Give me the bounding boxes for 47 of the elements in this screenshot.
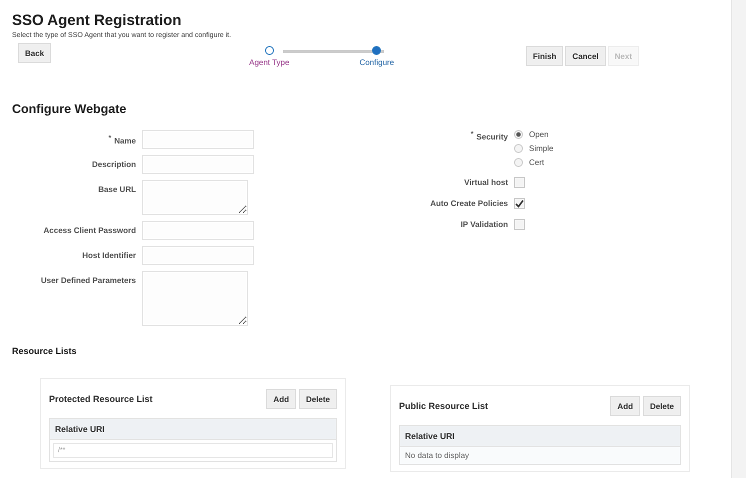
step-label[interactable]: Configure: [359, 58, 394, 67]
checkbox[interactable]: [514, 198, 525, 209]
panel-button[interactable]: Delete: [642, 396, 681, 416]
input-field[interactable]: [142, 246, 254, 265]
radio-button[interactable]: [514, 144, 523, 153]
required-mark: *: [470, 131, 474, 138]
back-button[interactable]: Back: [18, 43, 52, 63]
step-marker-icon[interactable]: [372, 46, 382, 55]
required-mark: *: [108, 135, 112, 142]
radio-label: Open: [529, 130, 549, 139]
step-marker-icon[interactable]: [264, 46, 274, 55]
section-title: Resource Lists: [12, 346, 78, 356]
page-title: SSO Agent Registration: [12, 12, 182, 29]
field-label: Security: [476, 132, 508, 142]
panel-button[interactable]: Delete: [298, 389, 337, 409]
panel-button[interactable]: Add: [266, 389, 296, 409]
action-button[interactable]: Cancel: [565, 46, 606, 66]
text-area[interactable]: [142, 180, 248, 215]
panel-title: Protected Resource List: [49, 394, 153, 404]
field-label: Base URL: [98, 185, 136, 194]
field-label: Description: [92, 160, 136, 169]
field-label: User Defined Parameters: [40, 276, 136, 285]
column-header: Relative URI: [400, 426, 680, 447]
checkbox[interactable]: [514, 219, 525, 230]
field-label: Name: [114, 136, 136, 146]
input-field[interactable]: [142, 155, 254, 174]
radio-label: Simple: [529, 144, 554, 153]
field-label: Access Client Password: [44, 226, 136, 235]
checkbox-label: IP Validation: [460, 219, 509, 229]
panel-button[interactable]: Add: [610, 396, 640, 416]
action-button[interactable]: Finish: [526, 46, 564, 66]
radio-label: Cert: [529, 158, 544, 167]
step-label[interactable]: Agent Type: [249, 58, 290, 67]
column-header: Relative URI: [50, 419, 336, 440]
empty-message: No data to display: [400, 447, 680, 464]
field-label: Host Identifier: [82, 251, 136, 260]
checkbox[interactable]: [514, 177, 525, 188]
input-field[interactable]: [142, 221, 254, 240]
checkbox-label: Virtual host: [463, 177, 509, 187]
section-title: Configure Webgate: [12, 102, 128, 116]
panel-title: Public Resource List: [399, 401, 488, 411]
input-field[interactable]: [142, 130, 254, 149]
text-area[interactable]: [142, 271, 248, 326]
checkbox-label: Auto Create Policies: [429, 198, 509, 208]
radio-button[interactable]: [514, 130, 523, 139]
scrollbar[interactable]: [731, 0, 746, 478]
radio-button[interactable]: [514, 158, 523, 167]
